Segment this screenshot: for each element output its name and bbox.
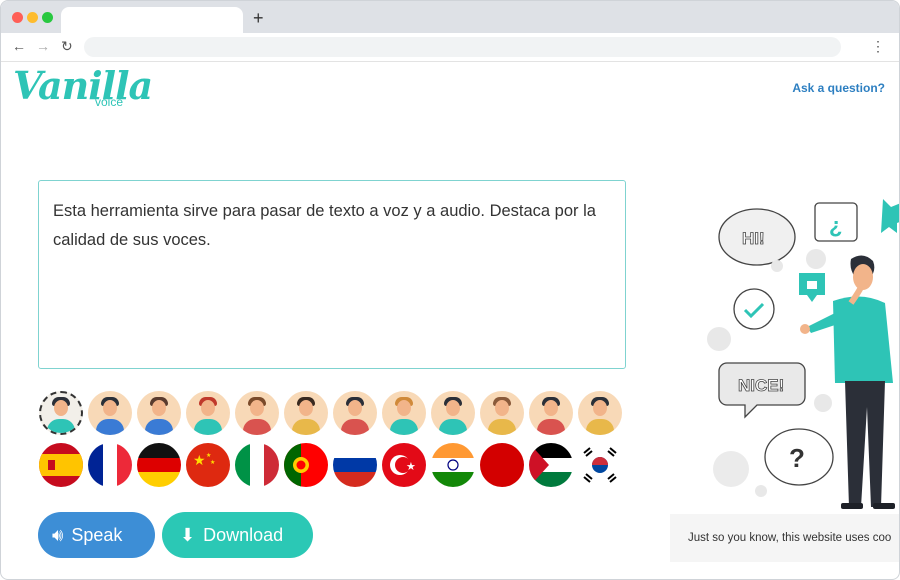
voice-avatar-4[interactable] <box>186 391 230 435</box>
question-bubble-bottom: ? <box>764 428 834 486</box>
voice-avatar-12[interactable] <box>578 391 622 435</box>
flag-japan-icon[interactable] <box>480 443 524 487</box>
hi-bubble: HI! <box>718 208 796 266</box>
avatar-face <box>152 400 166 416</box>
language-selector: ★ ★ ★ ★ <box>39 443 622 487</box>
speak-label: Speak <box>71 524 123 545</box>
sparkle-icon <box>881 199 899 233</box>
flag-south-korea-icon[interactable] <box>578 443 622 487</box>
flag-france-icon[interactable] <box>88 443 132 487</box>
avatar-face <box>544 400 558 416</box>
inverted-question-text: ¿ <box>829 213 842 238</box>
reload-icon[interactable]: ↻ <box>61 37 73 55</box>
ask-question-link[interactable]: Ask a question? <box>792 81 885 95</box>
avatar-body <box>194 419 222 435</box>
browser-window: + ← → ↻ ⋮ Vanilla voice Ask a question? … <box>0 0 900 580</box>
voice-avatar-5[interactable] <box>235 391 279 435</box>
logo-wordmark: Vanilla <box>13 63 153 108</box>
avatar-face <box>495 400 509 416</box>
avatar-face <box>54 400 68 416</box>
avatar-body <box>145 419 173 435</box>
avatar-face <box>348 400 362 416</box>
voice-avatar-2[interactable] <box>88 391 132 435</box>
avatar-face <box>201 400 215 416</box>
avatar-face <box>103 400 117 416</box>
new-tab-button[interactable]: + <box>253 8 264 28</box>
flag-india-icon[interactable] <box>431 443 475 487</box>
check-bubble <box>733 288 775 330</box>
svg-text:★: ★ <box>210 459 215 466</box>
tab-bar: + <box>1 1 899 33</box>
voice-avatar-7[interactable] <box>333 391 377 435</box>
voice-selector <box>39 391 622 435</box>
avatar-face <box>446 400 460 416</box>
avatar-body <box>439 419 467 435</box>
avatar-body <box>47 419 75 433</box>
flag-portugal-icon[interactable] <box>284 443 328 487</box>
avatar-body <box>243 419 271 435</box>
browser-tab[interactable] <box>61 7 243 33</box>
avatar-body <box>96 419 124 435</box>
thumbs-up-icon <box>799 273 825 302</box>
url-field[interactable] <box>84 37 841 57</box>
avatar-body <box>586 419 614 435</box>
question-text: ? <box>789 443 805 473</box>
avatar-face <box>299 400 313 416</box>
nice-text: NICE! <box>738 376 784 395</box>
svg-text:★: ★ <box>406 461 416 473</box>
voice-avatar-1[interactable] <box>39 391 83 435</box>
maximize-window-icon[interactable] <box>42 12 53 23</box>
voice-avatar-9[interactable] <box>431 391 475 435</box>
avatar-face <box>593 400 607 416</box>
avatar-body <box>488 419 516 435</box>
download-button[interactable]: ⬇︎ Download <box>162 512 313 558</box>
flag-germany-icon[interactable] <box>137 443 181 487</box>
avatar-face <box>250 400 264 416</box>
browser-menu-icon[interactable]: ⋮ <box>871 37 885 55</box>
avatar-body <box>390 419 418 435</box>
download-arrow-icon: ⬇︎ <box>180 524 196 545</box>
svg-text:★: ★ <box>193 452 206 468</box>
logo[interactable]: Vanilla voice <box>13 63 153 110</box>
voice-avatar-11[interactable] <box>529 391 573 435</box>
avatar-body <box>292 419 320 435</box>
hi-text: HI! <box>742 229 765 248</box>
voice-avatar-10[interactable] <box>480 391 524 435</box>
speak-button[interactable]: 🔊︎ Speak <box>38 512 155 558</box>
flag-turkey-icon[interactable]: ★ <box>382 443 426 487</box>
speaker-icon: 🔊︎ <box>52 524 64 545</box>
logo-subtitle: voice <box>95 95 124 109</box>
voice-avatar-3[interactable] <box>137 391 181 435</box>
voice-avatar-6[interactable] <box>284 391 328 435</box>
flag-spain-icon[interactable] <box>39 443 83 487</box>
svg-text:★: ★ <box>206 452 211 459</box>
back-arrow-icon[interactable]: ← <box>12 37 26 55</box>
close-window-icon[interactable] <box>12 12 23 23</box>
voice-avatar-8[interactable] <box>382 391 426 435</box>
minimize-window-icon[interactable] <box>27 12 38 23</box>
flag-palestine-icon[interactable] <box>529 443 573 487</box>
flag-italy-icon[interactable] <box>235 443 279 487</box>
illustration: HI! ¿ NICE! ? <box>707 199 899 509</box>
deco-circle <box>806 249 826 269</box>
forward-arrow-icon[interactable]: → <box>36 37 50 55</box>
cookie-banner: Just so you know, this website uses coo <box>670 514 899 562</box>
avatar-face <box>397 400 411 416</box>
download-label: Download <box>203 524 284 545</box>
avatar-body <box>341 419 369 435</box>
avatar-body <box>537 419 565 435</box>
flag-china-icon[interactable]: ★ ★ ★ <box>186 443 230 487</box>
address-bar: ← → ↻ ⋮ <box>1 33 899 62</box>
question-bubble-top: ¿ <box>814 202 858 242</box>
flag-russia-icon[interactable] <box>333 443 377 487</box>
text-input[interactable]: Esta herramienta sirve para pasar de tex… <box>38 180 626 369</box>
nice-bubble: NICE! <box>718 362 806 419</box>
